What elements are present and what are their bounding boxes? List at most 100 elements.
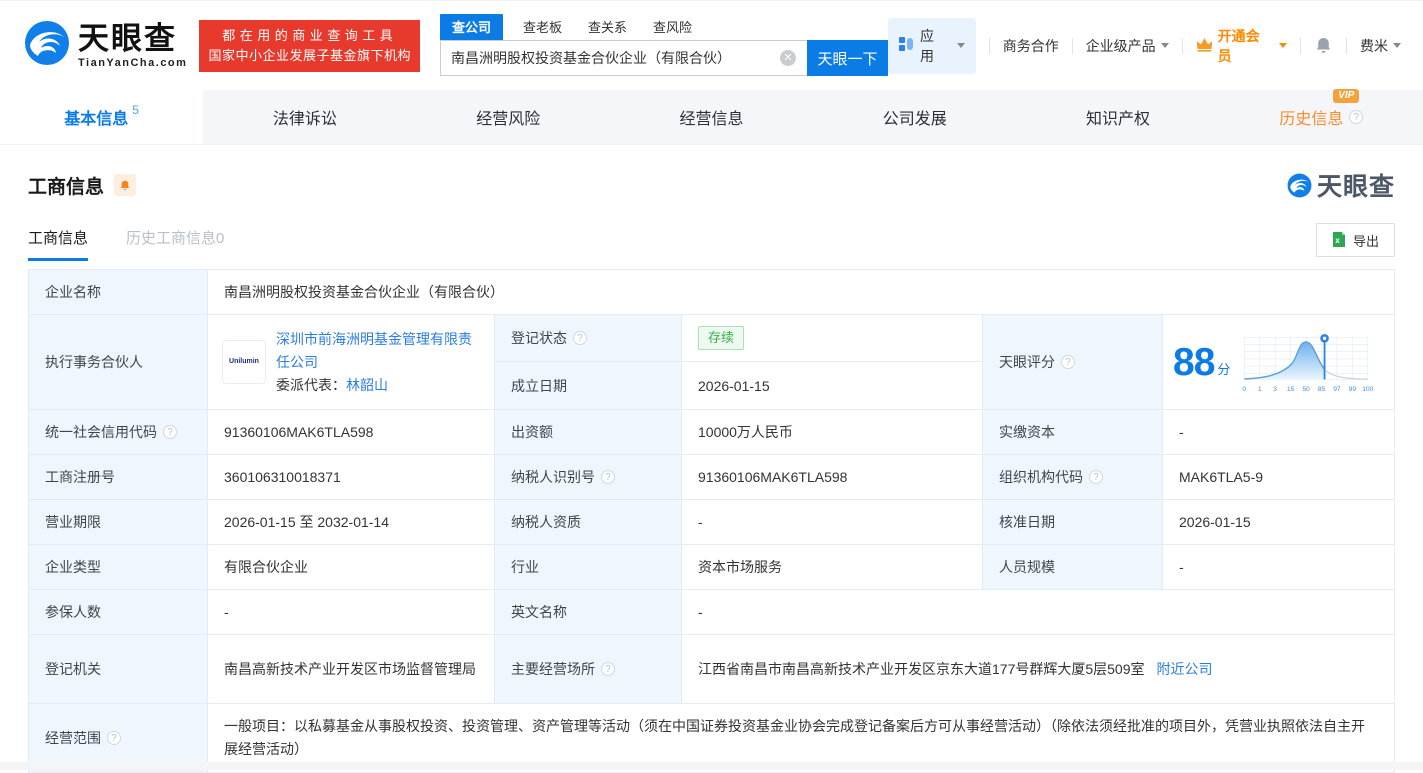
- header-nav: 应用 商务合作 企业级产品 开通会员: [888, 18, 1401, 74]
- search-input[interactable]: [440, 40, 807, 76]
- divider: [1182, 38, 1183, 54]
- business-registration-table: 企业名称 南昌洲明股权投资基金合伙企业（有限合伙） 执行事务合伙人 Unilum…: [28, 269, 1395, 773]
- tab-intellectual-property-label: 知识产权: [1086, 105, 1150, 129]
- excel-icon: x: [1332, 232, 1346, 248]
- help-icon[interactable]: [573, 331, 587, 345]
- logo-subtitle: TianYanCha.com: [78, 57, 187, 69]
- svg-text:15: 15: [1287, 386, 1295, 393]
- org-code-value: MAK6TLA5-9: [1163, 455, 1394, 499]
- tab-basic-info-count: 5: [132, 103, 139, 117]
- svg-text:85: 85: [1318, 386, 1326, 393]
- promo-banner-line1: 都在用的商业查询工具: [208, 26, 411, 46]
- apps-label: 应用: [920, 26, 945, 66]
- tianyancha-logo-icon: [24, 20, 70, 71]
- established-date-label: 成立日期: [495, 362, 682, 409]
- help-icon[interactable]: [107, 731, 121, 745]
- clear-search-icon[interactable]: ✕: [780, 50, 796, 66]
- table-row: 执行事务合伙人 Unilumin 深圳市前海洲明基金管理有限责任公司 委派代表：…: [29, 315, 1394, 410]
- partner-logo[interactable]: Unilumin: [222, 340, 266, 384]
- subscribe-alert-button[interactable]: [114, 174, 136, 196]
- subtab-business-info[interactable]: 工商信息: [28, 227, 88, 261]
- tab-intellectual-property[interactable]: 知识产权: [1016, 90, 1219, 144]
- company-type-value: 有限合伙企业: [208, 545, 495, 589]
- tab-history-info-label: 历史信息: [1279, 111, 1343, 128]
- business-address-cell: 江西省南昌市南昌高新技术产业开发区京东大道177号群辉大厦5层509室 附近公司: [682, 635, 1394, 703]
- search-button[interactable]: 天眼一下: [807, 40, 888, 76]
- paid-capital-label: 实缴资本: [983, 410, 1163, 454]
- logo-title: 天眼查: [78, 23, 187, 55]
- apps-menu[interactable]: 应用: [888, 18, 976, 74]
- established-date-value: 2026-01-15: [682, 362, 983, 409]
- taxpayer-id-value: 91360106MAK6TLA598: [682, 455, 983, 499]
- export-button[interactable]: x 导出: [1316, 223, 1395, 257]
- enterprise-products-menu[interactable]: 企业级产品: [1086, 36, 1169, 56]
- tab-history-info[interactable]: 历史信息 VIP: [1220, 90, 1423, 144]
- vip-badge: VIP: [1333, 89, 1359, 103]
- tab-company-development[interactable]: 公司发展: [813, 90, 1016, 144]
- partner-company-link[interactable]: 深圳市前海洲明基金管理有限责任公司: [276, 331, 472, 370]
- svg-text:50: 50: [1303, 386, 1311, 393]
- tab-operation-info-label: 经营信息: [679, 105, 743, 129]
- approval-date-value: 2026-01-15: [1163, 500, 1394, 544]
- tianyancha-logo[interactable]: 天眼查 TianYanCha.com: [24, 20, 187, 71]
- tab-legal-litigation[interactable]: 法律诉讼: [203, 90, 406, 144]
- taxpayer-id-label: 纳税人识别号: [495, 455, 682, 499]
- tab-operation-info[interactable]: 经营信息: [610, 90, 813, 144]
- chevron-down-icon: [957, 43, 965, 48]
- notification-bell[interactable]: [1314, 36, 1333, 55]
- nearby-companies-link[interactable]: 附近公司: [1157, 658, 1213, 680]
- insured-count-value: -: [208, 590, 495, 634]
- help-icon[interactable]: [601, 470, 615, 484]
- svg-text:3: 3: [1274, 386, 1278, 393]
- table-row: 企业类型 有限合伙企业 行业 资本市场服务 人员规模 -: [29, 545, 1394, 590]
- export-label: 导出: [1353, 231, 1379, 250]
- svg-text:100: 100: [1363, 386, 1374, 393]
- chevron-down-icon: [1161, 43, 1169, 48]
- table-row: 企业名称 南昌洲明股权投资基金合伙企业（有限合伙）: [29, 270, 1394, 315]
- username-label: 费米: [1360, 36, 1388, 56]
- english-name-value: -: [682, 590, 1394, 634]
- search-tab-company[interactable]: 查公司: [440, 14, 503, 40]
- user-menu[interactable]: 费米: [1360, 36, 1401, 56]
- taxpayer-quality-label: 纳税人资质: [495, 500, 682, 544]
- help-icon[interactable]: [1061, 355, 1075, 369]
- svg-text:1: 1: [1258, 386, 1262, 393]
- staff-size-value: -: [1163, 545, 1394, 589]
- tab-basic-info[interactable]: 基本信息 5: [0, 90, 203, 144]
- divider: [1072, 38, 1073, 54]
- representative-link[interactable]: 林韶山: [346, 377, 388, 393]
- help-icon[interactable]: [601, 662, 615, 676]
- help-icon[interactable]: [1349, 110, 1363, 124]
- watermark-text: 天眼查: [1317, 167, 1395, 203]
- search-tab-relation[interactable]: 查关系: [588, 17, 627, 40]
- tab-operation-risk[interactable]: 经营风险: [407, 90, 610, 144]
- company-detail-tabbar: 基本信息 5 法律诉讼 经营风险 经营信息 公司发展 知识产权 历史信息 VIP: [0, 90, 1423, 145]
- open-vip-menu[interactable]: 开通会员: [1196, 26, 1287, 66]
- chevron-down-icon: [1279, 43, 1287, 48]
- partner-logo-text: Unilumin: [229, 351, 259, 373]
- help-icon[interactable]: [1089, 470, 1103, 484]
- search-tab-boss[interactable]: 查老板: [523, 17, 562, 40]
- bell-icon: [1314, 36, 1333, 55]
- business-address-value: 江西省南昌市南昌高新技术产业开发区京东大道177号群辉大厦5层509室: [698, 658, 1145, 680]
- help-icon[interactable]: [163, 425, 177, 439]
- business-address-label: 主要经营场所: [495, 635, 682, 703]
- executive-partner-label: 执行事务合伙人: [29, 315, 208, 409]
- paid-capital-value: -: [1163, 410, 1394, 454]
- enterprise-products-label: 企业级产品: [1086, 36, 1156, 56]
- table-row: 营业期限 2026-01-15 至 2032-01-14 纳税人资质 - 核准日…: [29, 500, 1394, 545]
- approval-date-label: 核准日期: [983, 500, 1163, 544]
- tianyan-score-cell: 88 分: [1163, 315, 1394, 409]
- table-row: 登记机关 南昌高新技术产业开发区市场监督管理局 主要经营场所 江西省南昌市南昌高…: [29, 635, 1394, 704]
- divider: [1300, 38, 1301, 54]
- company-name-value: 南昌洲明股权投资基金合伙企业（有限合伙）: [208, 270, 1394, 314]
- score-unit: 分: [1217, 359, 1230, 381]
- subtab-history-business-info[interactable]: 历史工商信息0: [126, 227, 224, 261]
- registry-authority-value: 南昌高新技术产业开发区市场监督管理局: [208, 635, 495, 703]
- crown-icon: [1196, 37, 1213, 55]
- search-tab-risk[interactable]: 查风险: [653, 17, 692, 40]
- business-cooperation-link[interactable]: 商务合作: [1003, 36, 1059, 56]
- svg-text:97: 97: [1334, 386, 1342, 393]
- section-title: 工商信息: [28, 172, 104, 199]
- credit-code-value: 91360106MAK6TLA598: [208, 410, 495, 454]
